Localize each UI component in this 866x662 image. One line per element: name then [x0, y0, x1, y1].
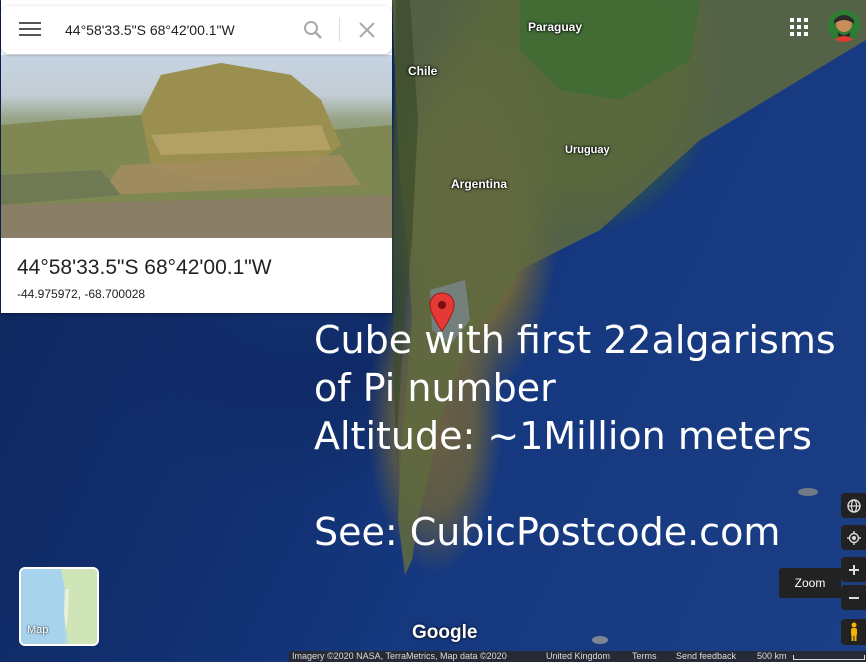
avatar[interactable] [828, 10, 860, 42]
label-paraguay: Paraguay [528, 20, 583, 34]
place-photo[interactable] [1, 55, 392, 238]
send-feedback-link[interactable]: Send feedback [676, 651, 736, 662]
zoom-tooltip: Zoom [779, 568, 841, 598]
my-location-icon[interactable] [841, 525, 866, 550]
menu-icon[interactable] [19, 22, 41, 40]
scale-bar [793, 655, 865, 660]
label-argentina: Argentina [451, 177, 508, 191]
label-chile: Chile [408, 64, 438, 78]
place-title: 44°58'33.5"S 68°42'00.1"W [17, 256, 272, 279]
search-box[interactable]: 44°58'33.5"S 68°42'00.1"W [1, 6, 392, 54]
search-divider [339, 18, 340, 42]
terms-link[interactable]: Terms [632, 651, 657, 662]
search-input[interactable]: 44°58'33.5"S 68°42'00.1"W [65, 22, 235, 38]
google-logo: Google [412, 622, 478, 643]
pegman-icon[interactable] [841, 619, 866, 645]
minimap-label: Map [27, 624, 49, 636]
attribution-bar: Imagery ©2020 NASA, TerraMetrics, Map da… [289, 651, 866, 662]
globe-icon[interactable] [841, 493, 866, 518]
close-icon[interactable] [357, 20, 377, 40]
avatar-face-icon [828, 10, 860, 42]
minus-icon[interactable] [841, 585, 866, 610]
rock-formation-image [1, 63, 392, 238]
imagery-credit: Imagery ©2020 NASA, TerraMetrics, Map da… [292, 651, 507, 661]
apps-grid-icon[interactable] [790, 18, 808, 36]
plus-icon[interactable] [841, 557, 866, 582]
decimal-coordinates[interactable]: -44.975972, -68.700028 [17, 287, 145, 301]
region-link[interactable]: United Kingdom [546, 651, 610, 662]
search-icon[interactable] [303, 20, 323, 40]
map-type-toggle[interactable]: Map [19, 567, 99, 646]
label-uruguay: Uruguay [565, 144, 610, 156]
overlay-caption: Cube with first 22algarisms of Pi number… [314, 318, 836, 554]
scale-label[interactable]: 500 km [757, 651, 787, 662]
